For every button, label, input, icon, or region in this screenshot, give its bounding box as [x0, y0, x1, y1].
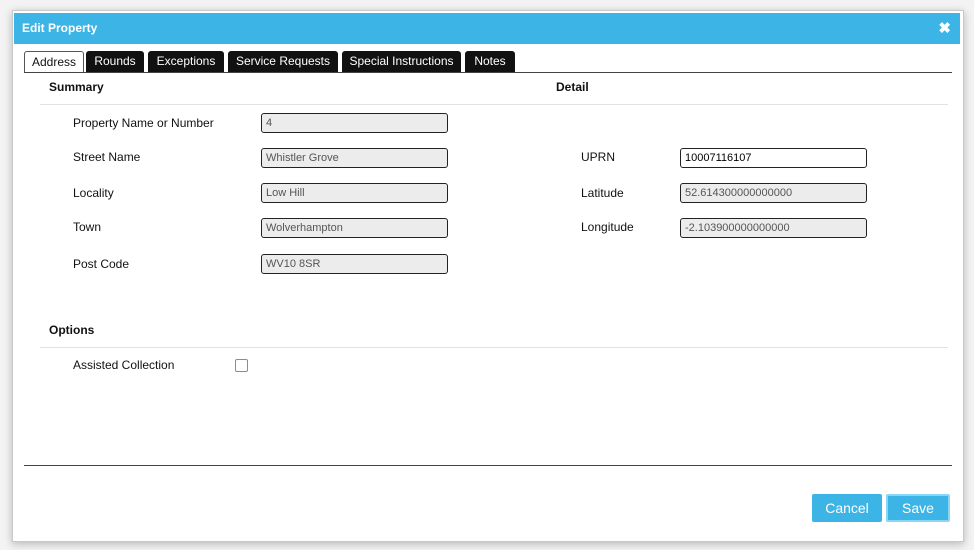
dialog-titlebar: Edit Property ✖	[14, 13, 960, 44]
town-field[interactable]	[261, 218, 448, 238]
cancel-button[interactable]: Cancel	[812, 494, 882, 522]
footer-divider	[24, 465, 952, 466]
street-name-field[interactable]	[261, 148, 448, 168]
summary-heading: Summary	[49, 80, 104, 94]
town-label: Town	[73, 220, 102, 234]
detail-heading: Detail	[556, 80, 589, 94]
assisted-collection-checkbox[interactable]	[235, 359, 248, 372]
latitude-field[interactable]	[680, 183, 867, 203]
tab-exceptions[interactable]: Exceptions	[148, 51, 224, 72]
tab-special-instructions[interactable]: Special Instructions	[342, 51, 461, 72]
tab-notes[interactable]: Notes	[465, 51, 515, 72]
edit-property-dialog	[12, 10, 964, 542]
post-code-label: Post Code	[73, 257, 130, 271]
save-button[interactable]: Save	[886, 494, 950, 522]
tab-rounds[interactable]: Rounds	[86, 51, 144, 72]
options-divider	[40, 347, 948, 348]
property-name-field[interactable]	[261, 113, 448, 133]
close-icon[interactable]: ✖	[938, 19, 951, 37]
locality-label: Locality	[73, 186, 114, 200]
latitude-label: Latitude	[581, 186, 624, 200]
locality-field[interactable]	[261, 183, 448, 203]
longitude-label: Longitude	[581, 220, 634, 234]
dialog-title: Edit Property	[22, 21, 98, 35]
post-code-field[interactable]	[261, 254, 448, 274]
longitude-field[interactable]	[680, 218, 867, 238]
property-name-label: Property Name or Number	[73, 116, 214, 130]
summary-divider	[40, 104, 948, 105]
tab-service-requests[interactable]: Service Requests	[228, 51, 338, 72]
options-heading: Options	[49, 323, 95, 337]
street-name-label: Street Name	[73, 150, 141, 164]
uprn-field[interactable]	[680, 148, 867, 168]
tab-address[interactable]: Address	[24, 51, 84, 73]
uprn-label: UPRN	[581, 150, 616, 164]
tab-strip-divider	[24, 72, 952, 73]
assisted-collection-label: Assisted Collection	[73, 358, 175, 372]
